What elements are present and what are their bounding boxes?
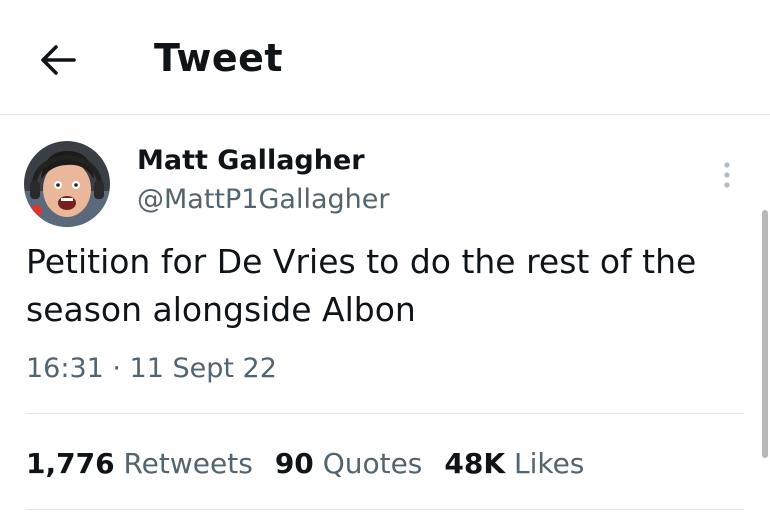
- retweets-label: Retweets: [123, 447, 253, 480]
- quotes-label: Quotes: [322, 447, 423, 480]
- more-vertical-icon: [724, 162, 730, 188]
- tweet-timestamp[interactable]: 16:31 · 11 Sept 22: [26, 351, 277, 387]
- likes-label: Likes: [513, 447, 585, 480]
- more-options-button[interactable]: [713, 158, 741, 194]
- avatar-image: [24, 141, 110, 227]
- tweet-text: Petition for De Vries to do the rest of …: [26, 238, 746, 334]
- author-name[interactable]: Matt Gallagher: [137, 144, 365, 178]
- avatar[interactable]: [24, 141, 110, 227]
- tweet-text-line: season alongside Albon: [26, 290, 416, 329]
- divider: [26, 509, 744, 510]
- tweet-text-line: Petition for De Vries to do the rest of …: [26, 242, 697, 281]
- likes-stat[interactable]: 48K Likes: [444, 444, 584, 484]
- quotes-stat[interactable]: 90 Quotes: [275, 444, 423, 484]
- retweets-count: 1,776: [26, 447, 115, 480]
- engagement-stats: 1,776 Retweets 90 Quotes 48K Likes: [26, 444, 606, 484]
- arrow-left-icon: [41, 45, 76, 75]
- back-button[interactable]: [36, 38, 80, 82]
- likes-count: 48K: [444, 447, 506, 480]
- page-title: Tweet: [154, 36, 284, 80]
- quotes-count: 90: [274, 447, 314, 480]
- top-app-bar: Tweet: [0, 0, 770, 115]
- divider: [26, 413, 744, 414]
- scrollbar[interactable]: [762, 210, 768, 458]
- author-handle[interactable]: @MattP1Gallagher: [137, 183, 389, 217]
- retweets-stat[interactable]: 1,776 Retweets: [26, 444, 253, 484]
